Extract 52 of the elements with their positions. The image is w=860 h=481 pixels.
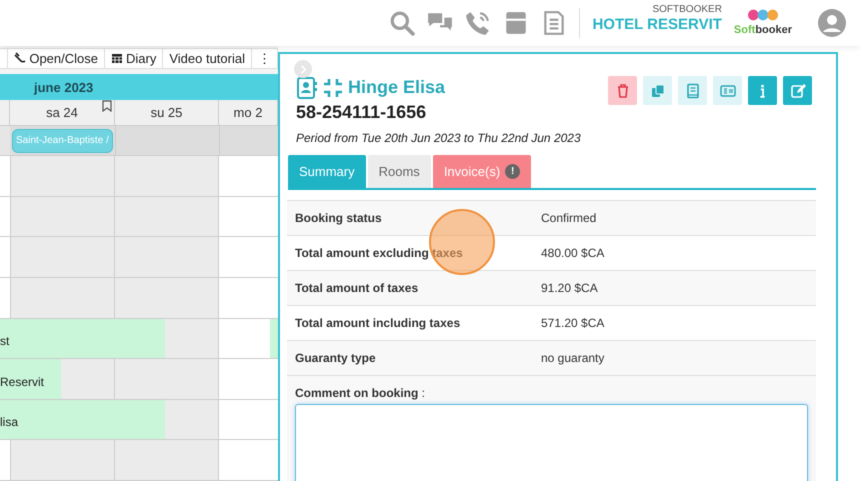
- logo-balloons-icon: [748, 8, 778, 20]
- month-bar: june 2023: [0, 74, 278, 100]
- edit-icon: [790, 82, 806, 98]
- brand-caption: SOFTBOOKER: [652, 4, 722, 14]
- phone-icon[interactable]: [465, 10, 492, 36]
- field-label: Total amount excluding taxes: [295, 245, 464, 262]
- hotel-name: HOTEL RESERVIT: [592, 16, 722, 32]
- field-label: Total amount including taxes: [295, 315, 462, 332]
- booking-number: 58-254111-1656: [296, 101, 428, 123]
- field-value: no guaranty: [541, 350, 606, 367]
- tab[interactable]: Rooms: [368, 155, 431, 188]
- copy-icon: [650, 82, 666, 98]
- comment-label: Comment on booking :: [295, 385, 426, 402]
- booking-bar[interactable]: [270, 318, 278, 358]
- field-label: Booking status: [295, 210, 383, 227]
- compress-icon[interactable]: [322, 76, 344, 98]
- delete-button[interactable]: [608, 76, 637, 105]
- id-card-icon: [720, 82, 736, 98]
- field-value: 571.20 $CA: [541, 315, 606, 332]
- field-value: 480.00 $CA: [541, 245, 606, 262]
- toolbar-button[interactable]: Video tutorial: [163, 48, 252, 68]
- user-avatar-icon[interactable]: [818, 9, 846, 37]
- edit-button[interactable]: [783, 76, 812, 105]
- plug-icon: [14, 52, 26, 64]
- info-icon: [759, 84, 766, 98]
- card-button[interactable]: [713, 76, 742, 105]
- collapse-chevron-icon[interactable]: [294, 60, 312, 78]
- field-value: Confirmed: [541, 210, 598, 227]
- field-value: 91.20 $CA: [541, 280, 599, 297]
- calendar-icon: [111, 52, 123, 64]
- toolbar-button[interactable]: Open/Close: [8, 48, 105, 68]
- holiday-badge: Saint-Jean-Baptiste /: [12, 128, 113, 153]
- copy-button[interactable]: [643, 76, 672, 105]
- booking-bar[interactable]: lisa: [0, 400, 165, 440]
- tab[interactable]: Invoice(s) !: [432, 155, 532, 188]
- bookmark-icon[interactable]: [102, 100, 112, 112]
- contact-card-icon: [296, 76, 318, 98]
- day-header[interactable]: sa 24: [10, 100, 115, 126]
- info-button[interactable]: [748, 76, 777, 105]
- field-label: Guaranty type: [295, 350, 377, 367]
- booking-bar[interactable]: st: [0, 318, 165, 358]
- booking-bar[interactable]: Reservit: [0, 359, 61, 399]
- alert-badge: !: [505, 164, 520, 179]
- logo-text: Softbooker: [734, 24, 792, 36]
- search-icon[interactable]: [389, 10, 416, 36]
- toolbar-button[interactable]: Diary: [105, 48, 164, 68]
- booking-period: Period from Tue 20th Jun 2023 to Thu 22nd Jun 2023: [296, 130, 582, 147]
- book-icon: [684, 82, 700, 98]
- book-button[interactable]: [678, 76, 707, 105]
- day-header[interactable]: su 25: [115, 100, 219, 126]
- comment-field[interactable]: [295, 404, 808, 481]
- field-label: Total amount of taxes: [295, 280, 420, 297]
